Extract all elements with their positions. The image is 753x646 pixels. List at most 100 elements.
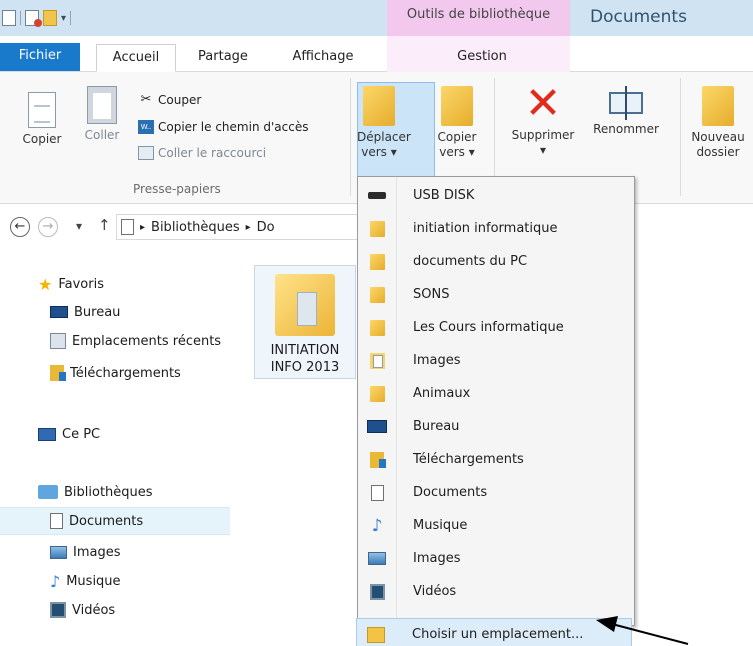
star-icon: ★	[38, 274, 53, 294]
tab-manage[interactable]: Gestion	[447, 44, 517, 72]
copy-path-label: Copier le chemin d'accès	[158, 120, 309, 134]
music-note-icon: ♪	[371, 515, 383, 536]
copy-to-button[interactable]: Copier vers ▾	[436, 86, 478, 160]
undo-icon[interactable]	[25, 10, 42, 27]
nav-videos[interactable]: Vidéos	[0, 596, 230, 624]
nav-favorites[interactable]: ★ Favoris	[0, 270, 230, 298]
annotation-arrow-icon	[596, 616, 689, 645]
menu-item-initiation-informatique[interactable]: initiation informatique	[358, 212, 634, 245]
clipboard-group-label: Presse-papiers	[133, 182, 221, 196]
menu-item-les-cours-informatique[interactable]: Les Cours informatique	[358, 311, 634, 344]
paste-shortcut-button[interactable]: Coller le raccourci	[138, 143, 266, 163]
ribbon-tabs: Fichier Accueil Partage Affichage Gestio…	[0, 36, 753, 72]
tab-home[interactable]: Accueil	[96, 44, 176, 72]
nav-music[interactable]: ♪ Musique	[0, 567, 230, 595]
menu-item-documents[interactable]: Documents	[358, 476, 634, 509]
breadcrumb-libraries[interactable]: Bibliothèques	[151, 220, 240, 235]
navigation-pane: ★ Favoris Bureau Emplacements récents Té…	[0, 258, 230, 646]
menu-item-label: Images	[413, 551, 461, 566]
menu-item-label: Téléchargements	[413, 452, 524, 467]
delete-button[interactable]: ✕ Supprimer ▾	[506, 82, 580, 158]
film-icon	[369, 583, 385, 600]
delete-dropdown-arrow: ▾	[539, 143, 547, 157]
nav-documents[interactable]: Documents	[0, 507, 230, 535]
menu-item-label: Musique	[413, 518, 468, 533]
cut-button[interactable]: ✂ Couper	[138, 90, 202, 110]
folder-icon	[369, 385, 385, 402]
document-icon	[370, 484, 384, 501]
nav-desktop[interactable]: Bureau	[0, 298, 230, 326]
paste-label: Coller	[84, 128, 120, 142]
menu-item-label: USB DISK	[413, 188, 475, 203]
nav-label: Emplacements récents	[72, 333, 222, 349]
menu-item-label: Animaux	[413, 386, 471, 401]
new-folder-label-1: Nouveau	[691, 130, 745, 144]
nav-this-pc[interactable]: Ce PC	[0, 420, 230, 448]
menu-item-images-library[interactable]: Images	[358, 542, 634, 575]
desktop-icon	[367, 420, 387, 433]
nav-label: Vidéos	[72, 602, 116, 618]
menu-item-label: Choisir un emplacement...	[412, 627, 584, 642]
menu-item-documents-du-pc[interactable]: documents du PC	[358, 245, 634, 278]
delete-x-icon: ✕	[524, 78, 562, 129]
up-button[interactable]: ↑	[98, 216, 111, 234]
new-folder-button[interactable]: Nouveau dossier	[687, 86, 749, 160]
nav-label: Images	[73, 544, 121, 560]
menu-item-telechargements[interactable]: Téléchargements	[358, 443, 634, 476]
menu-item-musique[interactable]: ♪ Musique	[358, 509, 634, 542]
recent-places-icon	[50, 333, 66, 349]
breadcrumb-documents[interactable]: Do	[257, 220, 275, 235]
menu-item-usb-disk[interactable]: USB DISK	[358, 179, 634, 212]
menu-item-sons[interactable]: SONS	[358, 278, 634, 311]
downloads-icon	[50, 365, 66, 381]
copy-path-button[interactable]: W.. Copier le chemin d'accès	[138, 117, 308, 137]
move-to-button[interactable]: Déplacer vers ▾	[357, 86, 411, 160]
folder-icon	[275, 274, 335, 336]
rename-button[interactable]: Renommer	[584, 82, 668, 137]
menu-item-images-folder[interactable]: Images	[358, 344, 634, 377]
picture-icon	[50, 545, 67, 559]
new-folder-quick-icon[interactable]	[43, 10, 57, 26]
menu-item-animaux[interactable]: Animaux	[358, 377, 634, 410]
menu-item-bureau[interactable]: Bureau	[358, 410, 634, 443]
copy-button[interactable]: Copier	[18, 82, 66, 147]
move-to-menu: USB DISK initiation informatique documen…	[356, 176, 635, 646]
nav-images[interactable]: Images	[0, 538, 230, 566]
folder-icon	[369, 220, 385, 237]
customize-quick-access-icon[interactable]: ▾	[61, 13, 66, 24]
libraries-icon	[38, 485, 58, 499]
nav-recent-places[interactable]: Emplacements récents	[0, 327, 230, 355]
tab-view[interactable]: Affichage	[278, 44, 368, 72]
recent-locations-button[interactable]: ▾	[76, 219, 82, 233]
nav-label: Favoris	[58, 276, 104, 292]
tab-share[interactable]: Partage	[186, 44, 260, 72]
menu-item-label: Les Cours informatique	[413, 320, 564, 335]
paste-button[interactable]: Coller	[78, 82, 126, 143]
properties-icon[interactable]	[2, 10, 16, 26]
folder-item[interactable]: INITIATION INFO 2013	[254, 265, 356, 379]
music-note-icon: ♪	[50, 571, 61, 591]
address-box[interactable]: ▸ Bibliothèques ▸ Do	[116, 214, 360, 240]
nav-downloads[interactable]: Téléchargements	[0, 359, 230, 387]
folder-icon	[369, 253, 385, 270]
tab-file[interactable]: Fichier	[0, 43, 80, 71]
title-bar: ▾ Outils de bibliothèque Documents	[0, 0, 753, 36]
library-tools-context-label: Outils de bibliothèque	[387, 0, 570, 36]
copy-icon	[28, 92, 56, 128]
back-button[interactable]: ←	[10, 217, 30, 237]
nav-label: Ce PC	[62, 426, 101, 442]
nav-libraries[interactable]: Bibliothèques	[0, 478, 230, 506]
menu-item-label: Images	[413, 353, 461, 368]
choose-location-icon	[367, 626, 385, 643]
clipboard-icon	[87, 86, 117, 124]
menu-item-label: Documents	[413, 485, 488, 500]
breadcrumb-separator[interactable]: ▸	[140, 222, 145, 233]
folder-icon	[369, 286, 385, 303]
breadcrumb-separator[interactable]: ▸	[246, 222, 251, 233]
folder-icon	[369, 319, 385, 336]
path-icon: W..	[138, 120, 154, 134]
picture-icon	[368, 552, 386, 565]
quick-access-toolbar: ▾	[2, 8, 72, 28]
cut-label: Couper	[158, 93, 202, 107]
forward-button[interactable]: →	[38, 217, 58, 237]
